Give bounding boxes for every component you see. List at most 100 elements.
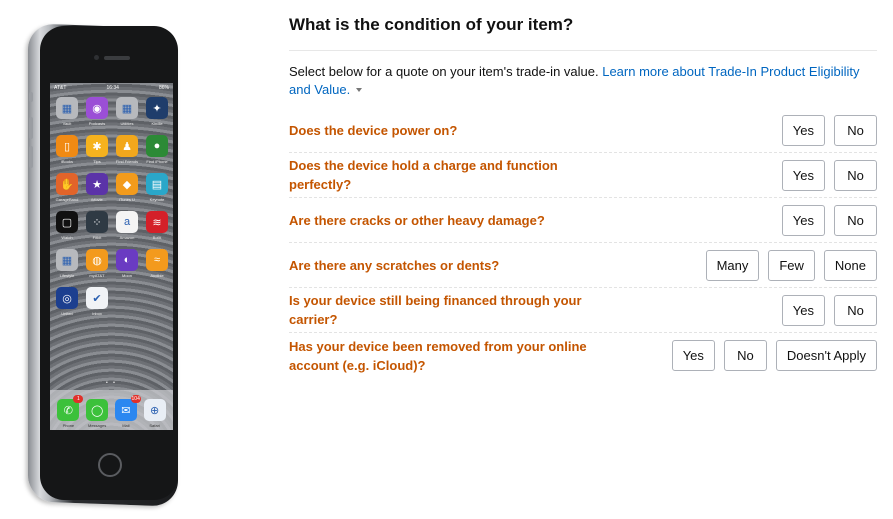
question-row-power-on: Does the device power on? Yes No (289, 108, 877, 153)
united-icon: ◎ United (56, 287, 78, 316)
app-glyph: ≈ (153, 254, 161, 266)
cracks-yes-button[interactable]: Yes (781, 204, 825, 236)
app-label: Podcasts (88, 121, 106, 126)
app-glyph: ▦ (121, 102, 133, 115)
scratches-few-button[interactable]: Few (768, 249, 815, 281)
app-label: Moon (121, 273, 132, 278)
app-label: Mail (122, 423, 130, 428)
mail-icon: ✉ Mail 104 (114, 395, 141, 428)
app-label: iMovie (91, 197, 103, 202)
intro-description: Select below for a quote on your item's … (289, 64, 603, 79)
question-row-holds-charge: Does the device hold a charge and functi… (289, 153, 877, 198)
answer-options: Many Few None (705, 249, 877, 281)
question-list: Does the device power on? Yes No Does th… (289, 108, 877, 378)
app-label: Tips (93, 159, 101, 164)
phone-screen: AT&T 16:34 86% ▦ Vault ◉ Podcasts ▦ Utilities… (50, 83, 173, 430)
financed-yes-button[interactable]: Yes (781, 294, 825, 326)
app-label: United (61, 311, 73, 316)
question-text: Has your device been removed from your o… (289, 338, 587, 373)
app-label: Utilities (120, 121, 134, 126)
account-removed-yes-button[interactable]: Yes (671, 340, 715, 371)
safari-icon: ⊕ Safari (143, 399, 166, 428)
watch-icon: ▢ Watch (56, 211, 78, 240)
app-label: iTunes U (119, 197, 135, 202)
app-grid: ▦ Vault ◉ Podcasts ▦ Utilities ✦ Kindle ▯ iBooks ✱… (56, 97, 168, 316)
app-glyph: ▢ (61, 216, 73, 229)
app-label: Audible (150, 273, 164, 278)
app-label: Find Friends (115, 159, 139, 164)
inbox-icon: ✔ Inbox (86, 287, 108, 316)
app-glyph: ◉ (92, 102, 102, 115)
dock: ✆ Phone 1 ◯ Messages ✉ Mail 104 ⊕ Safari (50, 390, 173, 430)
question-row-financed: Is your device still being financed thro… (289, 288, 877, 333)
folder-icon: ▦ Utilities (116, 97, 138, 126)
app-label: Fitbit (92, 235, 102, 240)
podcasts-icon: ◉ Podcasts (86, 97, 108, 126)
carrier-label: AT&T (54, 84, 67, 91)
garageband-icon: ✋ GarageBand (56, 173, 78, 202)
app-label: Vault (62, 121, 72, 126)
messages-icon: ◯ Messages (86, 399, 109, 428)
app-label: Inbox (92, 311, 102, 316)
page-title: What is the condition of your item? (289, 15, 574, 34)
fitbit-icon: ⁘ Fitbit (86, 211, 108, 240)
amazon-icon: a Amazon (116, 211, 138, 240)
app-label: BofA (152, 235, 162, 240)
earpiece-speaker (104, 56, 130, 60)
app-label: Find iPhone (146, 159, 168, 164)
front-camera (94, 55, 99, 60)
question-text: Does the device hold a charge and functi… (289, 158, 558, 192)
app-label: Safari (149, 423, 160, 428)
holds-charge-yes-button[interactable]: Yes (781, 159, 825, 191)
home-button (98, 453, 122, 477)
ibooks-icon: ▯ iBooks (56, 135, 78, 164)
app-glyph: ⊕ (150, 404, 160, 417)
app-glyph: ● (153, 140, 161, 152)
account-removed-doesnt-apply-button[interactable]: Doesn't Apply (775, 340, 877, 371)
app-glyph: ◐ (123, 254, 131, 266)
account-removed-no-button[interactable]: No (723, 340, 767, 371)
caret-down-icon[interactable] (356, 87, 363, 92)
mute-switch (29, 92, 33, 102)
app-glyph: ▯ (63, 140, 71, 153)
status-bar: AT&T 16:34 86% (50, 83, 173, 92)
app-label: Messages (88, 423, 107, 428)
answer-options: Yes No (781, 294, 877, 326)
app-glyph: ▤ (151, 178, 163, 191)
keynote-icon: ▤ Keynote (146, 173, 168, 202)
app-glyph: ◎ (62, 292, 72, 305)
financed-no-button[interactable]: No (834, 294, 877, 326)
app-glyph: ✉ (121, 404, 131, 417)
cracks-no-button[interactable]: No (834, 204, 877, 236)
answer-options: Yes No Doesn't Apply (671, 340, 877, 371)
app-label: myAT&T (89, 273, 105, 278)
app-glyph: ✱ (92, 140, 102, 153)
scratches-none-button[interactable]: None (823, 249, 877, 281)
question-row-scratches: Are there any scratches or dents? Many F… (289, 243, 877, 288)
power-on-no-button[interactable]: No (834, 114, 877, 146)
bank-of-america-icon: ≋ BofA (146, 211, 168, 240)
answer-options: Yes No (781, 159, 877, 191)
app-glyph: ✦ (152, 102, 162, 115)
power-on-yes-button[interactable]: Yes (781, 114, 825, 146)
scratches-many-button[interactable]: Many (705, 249, 760, 281)
app-glyph: ✋ (60, 178, 74, 191)
app-glyph: a (123, 216, 131, 228)
app-glyph: ✔ (92, 292, 102, 305)
folder-icon: ▦ Lifestyle (56, 249, 78, 278)
app-label: Amazon (119, 235, 135, 240)
imovie-icon: ★ iMovie (86, 173, 108, 202)
find-iphone-icon: ● Find iPhone (146, 135, 168, 164)
question-text: Are there cracks or other heavy damage? (289, 212, 545, 228)
app-label: Keynote (149, 197, 165, 202)
app-glyph: ▦ (61, 254, 73, 267)
battery-label: 86% (158, 84, 169, 91)
app-glyph: ▦ (61, 102, 73, 115)
answer-options: Yes No (781, 204, 877, 236)
app-glyph: ≋ (152, 216, 162, 229)
question-text: Does the device power on? (289, 122, 458, 138)
answer-options: Yes No (781, 114, 877, 146)
volume-down-button (29, 146, 33, 168)
holds-charge-no-button[interactable]: No (834, 159, 877, 191)
divider (289, 50, 877, 51)
